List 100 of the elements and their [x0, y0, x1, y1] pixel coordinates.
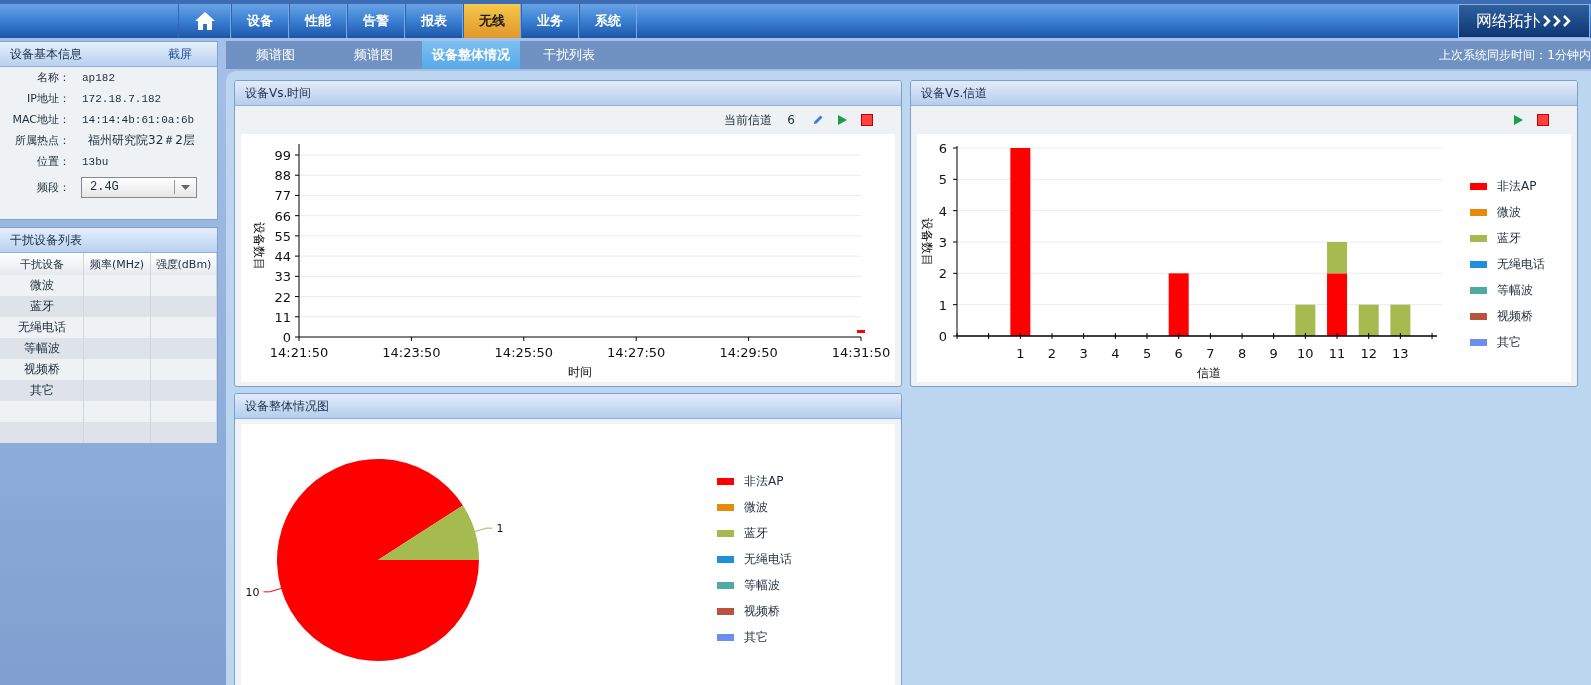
column-header: 强度(dBm) — [150, 253, 217, 275]
x-tick-label: 1 — [1016, 346, 1025, 361]
table-cell: 其它 — [0, 380, 84, 401]
x-tick-label: 14:23:50 — [382, 345, 441, 360]
home-icon — [193, 11, 216, 31]
field-value: 172.18.7.182 — [82, 92, 162, 105]
panel-title: 干扰设备列表 — [10, 231, 82, 249]
x-tick-label: 14:25:50 — [494, 345, 553, 360]
field-label: 名称： — [36, 70, 70, 85]
stop-icon[interactable] — [1537, 114, 1549, 126]
sub-tab[interactable]: 干扰列表 — [520, 41, 618, 69]
legend-label: 视频桥 — [744, 602, 780, 620]
field-label: 所属热点： — [14, 133, 70, 148]
network-topology-button[interactable]: 网络拓扑 — [1458, 4, 1590, 38]
field-label: MAC地址： — [11, 112, 70, 127]
legend-label: 等幅波 — [744, 576, 780, 594]
field-value: 14:14:4b:61:0a:6b — [82, 113, 195, 126]
legend-label: 无绳电话 — [744, 550, 792, 568]
nav-tab[interactable]: 业务 — [521, 4, 579, 38]
y-axis-title: 设备数目 — [920, 218, 934, 266]
y-tick-label: 88 — [274, 168, 291, 184]
x-tick-label: 7 — [1206, 346, 1215, 361]
table-cell: 蓝牙 — [0, 296, 84, 317]
field-value: ap182 — [82, 71, 115, 84]
pencil-icon[interactable] — [812, 114, 824, 126]
x-tick-label: 9 — [1269, 346, 1278, 361]
leader-line — [263, 587, 282, 593]
field-label: IP地址： — [26, 91, 70, 106]
legend-label: 微波 — [744, 498, 768, 516]
y-tick-label: 22 — [274, 289, 291, 305]
sync-status: 上次系统同步时间：1分钟内 — [1439, 46, 1591, 64]
y-tick-label: 0 — [938, 329, 947, 344]
current-channel-value: 6 — [787, 113, 795, 127]
y-tick-label: 99 — [274, 148, 291, 163]
x-tick-label: 6 — [1174, 346, 1183, 361]
dropdown-caret-icon — [181, 184, 190, 190]
nav-tab[interactable]: 设备 — [231, 4, 289, 38]
legend-label: 非法AP — [744, 472, 784, 490]
legend-label: 等幅波 — [1497, 281, 1533, 299]
legend-label: 其它 — [744, 628, 768, 646]
screenshot-link[interactable]: 截屏 — [168, 45, 192, 63]
y-tick-label: 5 — [938, 172, 947, 188]
legend-label: 视频桥 — [1497, 307, 1533, 325]
y-tick-label: 6 — [938, 141, 947, 156]
x-tick-label: 14:29:50 — [719, 345, 778, 360]
chevrons-icon — [1542, 15, 1572, 27]
sub-tab[interactable]: 设备整体情况 — [422, 41, 520, 69]
x-tick-label: 14:27:50 — [607, 345, 666, 360]
legend-label: 其它 — [1497, 333, 1521, 351]
legend-label: 微波 — [1497, 203, 1521, 221]
y-tick-label: 2 — [938, 266, 947, 282]
x-axis-title: 信道 — [1197, 366, 1221, 380]
nav-tab[interactable]: 系统 — [579, 4, 637, 38]
data-label: 1 — [496, 522, 504, 536]
panel-title: 设备Vs.信道 — [921, 84, 988, 102]
nav-tab[interactable]: 告警 — [347, 4, 405, 38]
play-icon[interactable] — [1513, 114, 1524, 126]
y-tick-label: 3 — [938, 235, 947, 250]
y-tick-label: 44 — [274, 249, 291, 265]
stop-icon[interactable] — [861, 114, 873, 126]
legend-label: 无绳电话 — [1497, 255, 1545, 273]
x-tick-label: 14:21:50 — [269, 345, 329, 360]
x-tick-label: 5 — [1142, 346, 1152, 361]
x-tick-label: 4 — [1111, 346, 1120, 361]
band-dropdown[interactable]: 2.4G — [81, 176, 197, 198]
legend-label: 蓝牙 — [744, 524, 768, 542]
x-tick-label: 8 — [1237, 346, 1247, 361]
home-tab[interactable] — [178, 4, 231, 38]
y-tick-label: 0 — [282, 330, 291, 345]
legend-label: 蓝牙 — [1497, 229, 1521, 247]
current-channel-label: 当前信道 — [724, 111, 773, 129]
panel-title: 设备基本信息 — [10, 45, 82, 63]
x-tick-label: 10 — [1297, 346, 1314, 361]
x-tick-label: 11 — [1328, 346, 1346, 361]
field-value: 福州研究院32＃2层 — [88, 132, 195, 149]
leader-line — [474, 527, 493, 533]
y-tick-label: 4 — [938, 203, 947, 219]
panel-title: 设备Vs.时间 — [245, 84, 312, 102]
sub-tab[interactable]: 频谱图 — [226, 41, 324, 69]
x-tick-label: 2 — [1047, 346, 1057, 361]
y-tick-label: 55 — [274, 228, 291, 244]
panel-title: 设备整体情况图 — [245, 397, 329, 415]
x-tick-label: 13 — [1392, 346, 1409, 361]
nav-tab[interactable]: 性能 — [289, 4, 347, 38]
field-value: 13bu — [82, 155, 109, 168]
field-label: 位置： — [36, 154, 70, 169]
nav-tab[interactable]: 无线 — [463, 4, 521, 38]
play-icon[interactable] — [837, 114, 848, 126]
y-tick-label: 1 — [938, 297, 947, 313]
y-tick-label: 11 — [274, 309, 291, 325]
table-cell: 等幅波 — [0, 338, 84, 359]
y-tick-label: 33 — [274, 269, 291, 285]
x-tick-label: 14:31:50 — [831, 345, 891, 360]
x-axis-title: 时间 — [568, 365, 592, 379]
legend-label: 非法AP — [1497, 177, 1537, 195]
y-tick-label: 66 — [274, 208, 291, 224]
y-axis-title: 设备数目 — [252, 222, 266, 270]
x-tick-label: 12 — [1360, 346, 1377, 361]
column-header: 频率(MHz) — [83, 253, 151, 275]
sub-tab[interactable]: 频谱图 — [324, 41, 422, 69]
